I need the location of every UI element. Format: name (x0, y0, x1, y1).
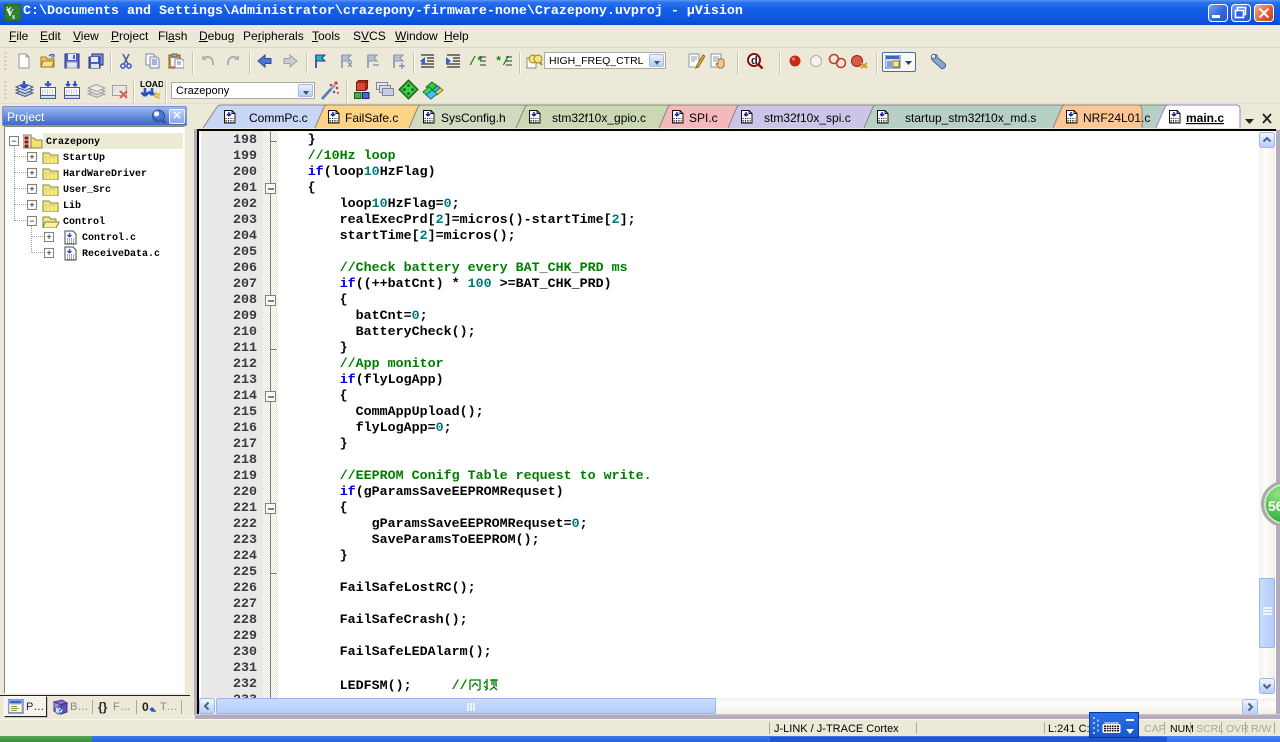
svg-text:SysConfig.h: SysConfig.h (441, 111, 506, 125)
svg-text:stm32f10x_spi.c: stm32f10x_spi.c (764, 111, 851, 125)
svg-text:LOAD: LOAD (140, 79, 163, 89)
svg-text:stm32f10x_gpio.c: stm32f10x_gpio.c (552, 111, 646, 125)
svg-text:startup_stm32f10x_md.s: startup_stm32f10x_md.s (905, 111, 1036, 125)
svg-text:main.c: main.c (1186, 111, 1224, 125)
svg-text:SPI.c: SPI.c (689, 111, 718, 125)
svg-text:s: s (12, 12, 15, 21)
svg-text:NRF24L01.c: NRF24L01.c (1083, 111, 1150, 125)
svg-text:?: ? (57, 705, 63, 715)
svg-text:FailSafe.c: FailSafe.c (345, 111, 398, 125)
svg-text:d: d (751, 55, 758, 67)
svg-text:CommPc.c: CommPc.c (249, 111, 308, 125)
